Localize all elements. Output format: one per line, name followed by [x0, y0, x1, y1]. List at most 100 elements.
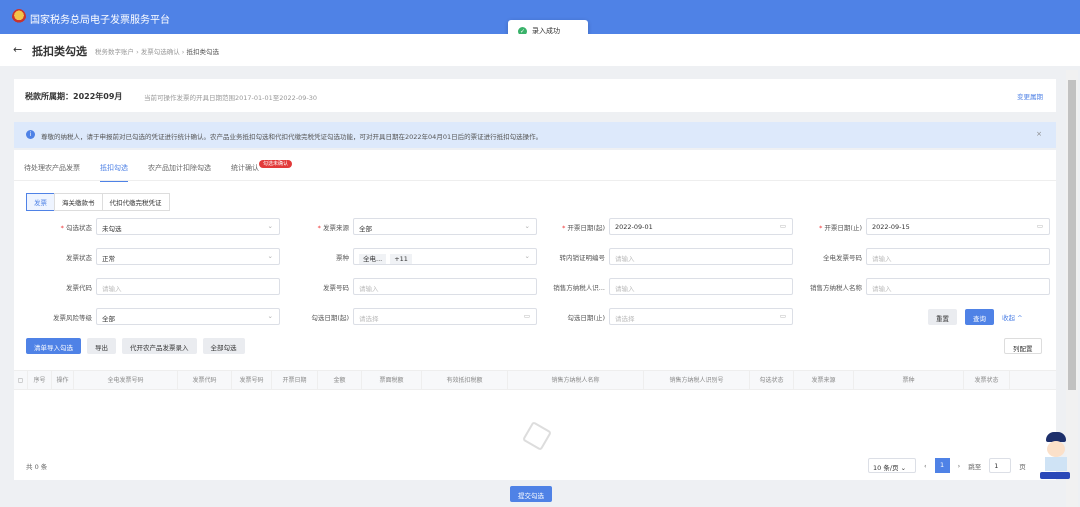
form-field: 全电发票号码 请输入: [784, 248, 1050, 265]
form-actions: 重置 查询 收起 ^: [928, 309, 1023, 325]
field-label-text: 勾选日期(起): [311, 313, 349, 322]
column-header[interactable]: 发票状态: [964, 371, 1010, 389]
voucher-type-switch: 发票 海关缴款书 代扣代缴完税凭证: [26, 193, 170, 211]
select-field[interactable]: 正常 ⌄: [96, 248, 280, 265]
form-field: 发票代码 请输入: [14, 278, 280, 295]
date-field[interactable]: 2022-09-15 ▭: [866, 218, 1050, 235]
select-field[interactable]: 全部 ⌄: [353, 218, 537, 235]
field-placeholder: 请输入: [102, 285, 122, 293]
close-icon[interactable]: ×: [1036, 130, 1042, 138]
field-label: 销售方纳税人名称: [784, 282, 862, 292]
date-field[interactable]: 请选择 ▭: [353, 308, 537, 325]
column-header[interactable]: 发票代码: [178, 371, 232, 389]
select-all-checkbox[interactable]: ▢: [14, 371, 28, 389]
select-all-button[interactable]: 全部勾选: [202, 338, 245, 354]
required-mark: *: [317, 223, 321, 232]
field-label: 勾选日期(起): [271, 312, 349, 322]
input-field[interactable]: 请输入: [609, 278, 793, 295]
tab-label: 统计确认: [231, 164, 259, 172]
form-field: 销售方纳税人识... 请输入: [527, 278, 793, 295]
back-arrow-icon[interactable]: ←: [13, 43, 22, 56]
agri-invoice-entry-button[interactable]: 代开农产品发票录入: [122, 338, 197, 354]
column-header[interactable]: 发票来源: [794, 371, 854, 389]
field-label-text: 全电发票号码: [823, 253, 862, 262]
column-header[interactable]: 操作: [52, 371, 74, 389]
required-mark: *: [562, 223, 566, 232]
form-field: 票种 全电... +11 ⌄: [271, 248, 537, 265]
column-header[interactable]: 全电发票号码: [74, 371, 178, 389]
select-field[interactable]: 未勾选 ⌄: [96, 218, 280, 235]
page-header: ← 抵扣类勾选 税务数字账户 › 发票勾选确认 › 抵扣类勾选: [0, 34, 1080, 66]
field-label: * 开票日期(止): [784, 222, 862, 232]
field-placeholder: 请输入: [615, 285, 635, 293]
field-label-text: 开票日期(起): [567, 223, 605, 232]
change-period-link[interactable]: 变更属期: [1017, 91, 1043, 101]
select-field[interactable]: 全电... +11 ⌄: [353, 248, 537, 265]
scrollbar-thumb[interactable]: [1068, 80, 1076, 390]
subtab-withholding[interactable]: 代扣代缴完税凭证: [101, 193, 170, 211]
subtab-invoice[interactable]: 发票: [26, 193, 55, 211]
field-label-text: 发票风险等级: [53, 313, 92, 322]
form-field: 勾选日期(起) 请选择 ▭: [271, 308, 537, 325]
input-field[interactable]: 请输入: [609, 248, 793, 265]
column-header[interactable]: 销售方纳税人名称: [508, 371, 644, 389]
field-value: 2022-09-01: [615, 223, 653, 231]
input-field[interactable]: 请输入: [96, 278, 280, 295]
column-header[interactable]: 勾选状态: [750, 371, 794, 389]
field-label: * 勾选状态: [14, 222, 92, 232]
calendar-icon: ▭: [779, 312, 786, 320]
field-label: * 开票日期(起): [527, 222, 605, 232]
assistant-mascot-icon[interactable]: [1040, 432, 1070, 480]
form-field: 发票号码 请输入: [271, 278, 537, 295]
tax-emblem-icon: [12, 9, 26, 25]
export-button[interactable]: 导出: [87, 338, 116, 354]
status-badge: 勾选未确认: [259, 160, 293, 168]
column-config-button[interactable]: 列配置: [1004, 338, 1042, 354]
input-field[interactable]: 请输入: [866, 248, 1050, 265]
goto-page-input[interactable]: 1: [989, 458, 1012, 473]
input-field[interactable]: 请输入: [866, 278, 1050, 295]
field-placeholder: 请选择: [359, 315, 379, 323]
calendar-icon: ▭: [1036, 222, 1043, 230]
next-page-icon[interactable]: ›: [958, 462, 961, 470]
field-value: 2022-09-15: [872, 223, 910, 231]
goto-label: 跳至: [968, 462, 982, 471]
field-label-text: 勾选状态: [66, 223, 92, 232]
table-header: ▢ 序号 操作 全电发票号码 发票代码 发票号码 开票日期 金额 票面税额 有效抵扣税额 销售方纳税…: [14, 370, 1056, 390]
selected-tag: 全电...: [359, 254, 387, 264]
platform-title: 国家税务总局电子发票服务平台: [30, 15, 170, 26]
column-header[interactable]: 票种: [854, 371, 964, 389]
field-label: * 发票来源: [271, 222, 349, 232]
column-header[interactable]: 金额: [318, 371, 362, 389]
form-field: 转内销证明编号 请输入: [527, 248, 793, 265]
reset-button[interactable]: 重置: [928, 309, 957, 325]
import-select-button[interactable]: 清单导入勾选: [26, 338, 81, 354]
field-placeholder: 请输入: [872, 285, 892, 293]
date-field[interactable]: 2022-09-01 ▭: [609, 218, 793, 235]
query-button[interactable]: 查询: [965, 309, 994, 325]
breadcrumb: 税务数字账户 › 发票勾选确认 › 抵扣类勾选: [95, 48, 219, 56]
required-mark: *: [60, 223, 64, 232]
page-size-select[interactable]: 10 条/页 ⌄: [868, 458, 916, 473]
page-1[interactable]: 1: [934, 458, 950, 473]
select-field[interactable]: 全部 ⌄: [96, 308, 280, 325]
input-field[interactable]: 请输入: [353, 278, 537, 295]
field-label: 发票状态: [14, 252, 92, 262]
column-header[interactable]: 销售方纳税人识别号: [644, 371, 750, 389]
column-header[interactable]: 开票日期: [272, 371, 318, 389]
column-header[interactable]: 有效抵扣税额: [422, 371, 508, 389]
field-label: 勾选日期(止): [527, 312, 605, 322]
breadcrumb-item[interactable]: 发票勾选确认: [141, 48, 180, 56]
field-label: 发票风险等级: [14, 312, 92, 322]
field-label: 转内销证明编号: [527, 252, 606, 262]
date-field[interactable]: 请选择 ▭: [609, 308, 793, 325]
column-header[interactable]: 票面税额: [362, 371, 422, 389]
submit-selection-button[interactable]: 提交勾选: [510, 486, 552, 502]
selected-tag: +11: [390, 254, 412, 264]
collapse-link[interactable]: 收起 ^: [1002, 312, 1023, 322]
breadcrumb-item[interactable]: 税务数字账户: [95, 48, 134, 56]
column-header[interactable]: 序号: [28, 371, 52, 389]
subtab-customs[interactable]: 海关缴款书: [54, 193, 103, 211]
prev-page-icon[interactable]: ‹: [924, 462, 927, 470]
column-header[interactable]: 发票号码: [232, 371, 272, 389]
